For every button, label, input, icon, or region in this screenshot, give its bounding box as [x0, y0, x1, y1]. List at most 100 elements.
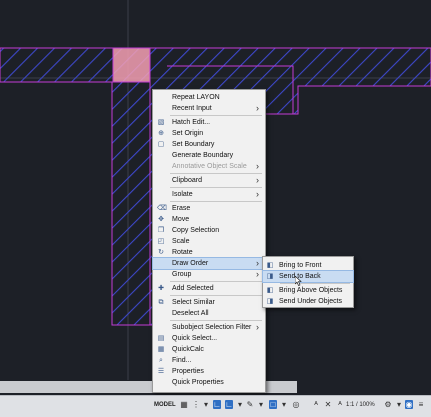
menu-item-bring-above-objects[interactable]: ◧ Bring Above Objects — [263, 285, 353, 296]
menu-item-quickcalc[interactable]: ▦ QuickCalc — [153, 344, 265, 355]
menu-item-bring-to-front[interactable]: ◧ Bring to Front — [263, 260, 353, 271]
menu-item-label: Annotative Object Scale — [172, 163, 247, 170]
lineweight-icon[interactable]: ▾ — [236, 400, 244, 409]
bring-to-front-icon: ◧ — [266, 262, 274, 269]
scale-icon: ◰ — [157, 238, 165, 245]
menu-separator — [170, 201, 262, 202]
menu-item-label: Select Similar — [172, 299, 215, 306]
workspace-dropdown-icon[interactable]: ▾ — [395, 400, 403, 409]
menu-separator — [280, 283, 350, 284]
menu-item-label: Copy Selection — [172, 227, 220, 234]
menu-item-recent-input[interactable]: Recent Input › — [153, 103, 265, 114]
menu-item-draw-order[interactable]: Draw Order › — [152, 257, 266, 270]
menu-item-deselect-all[interactable]: Deselect All — [153, 308, 265, 319]
scrollbar-gap — [297, 381, 431, 393]
calculator-icon: ▦ — [157, 346, 165, 353]
find-icon: ⌕ — [159, 357, 163, 364]
chevron-right-icon: › — [256, 189, 259, 199]
menu-item-quick-properties[interactable]: Quick Properties — [153, 377, 265, 388]
chevron-right-icon: › — [256, 269, 259, 279]
menu-item-label: Generate Boundary — [172, 152, 234, 159]
menu-item-quick-select[interactable]: ▤ Quick Select... — [153, 333, 265, 344]
menu-item-label: Quick Properties — [172, 379, 224, 386]
menu-item-set-boundary[interactable]: ▢ Set Boundary — [153, 139, 265, 150]
erase-icon: ⌫ — [157, 205, 167, 212]
rotate-icon: ↻ — [158, 249, 164, 256]
menu-item-clipboard[interactable]: Clipboard › — [153, 175, 265, 186]
move-icon: ✥ — [158, 216, 164, 223]
menu-item-label: Isolate — [172, 191, 193, 198]
menu-item-label: Send Under Objects — [279, 298, 343, 305]
menu-item-label: Quick Select... — [172, 335, 218, 342]
menu-item-copy-selection[interactable]: ❐ Copy Selection — [153, 225, 265, 236]
chevron-right-icon: › — [256, 175, 259, 185]
select-similar-icon: ⧉ — [158, 299, 164, 306]
annotation-scale-icon[interactable]: ✕ — [324, 400, 332, 409]
isodraft-icon[interactable]: ✎ — [246, 400, 254, 409]
gear-icon[interactable]: ⚙ — [384, 400, 392, 409]
annotation-scale[interactable]: 1:1 / 100% — [346, 399, 375, 411]
annotation-visibility-icon[interactable]: ᴬ — [336, 400, 344, 409]
draw-order-submenu: ◧ Bring to Front ◨ Send to Back ◧ Bring Above… — [262, 256, 354, 308]
menu-item-subobject-selection-filter[interactable]: Subobject Selection Filter › — [153, 322, 265, 333]
hatch-edit-icon: ▧ — [157, 119, 165, 126]
menu-item-set-origin[interactable]: ⊕ Set Origin — [153, 128, 265, 139]
menu-item-properties[interactable]: ☰ Properties — [153, 366, 265, 377]
menu-item-scale[interactable]: ◰ Scale — [153, 236, 265, 247]
ortho-icon[interactable]: ▾ — [202, 400, 210, 409]
menu-item-generate-boundary[interactable]: Generate Boundary — [153, 150, 265, 161]
bring-above-icon: ◧ — [266, 287, 274, 294]
menu-item-hatch-edit[interactable]: ▧ Hatch Edit... — [153, 117, 265, 128]
menu-item-send-under-objects[interactable]: ◨ Send Under Objects — [263, 296, 353, 307]
chevron-right-icon: › — [256, 161, 259, 171]
3d-osnap-icon[interactable]: ▾ — [280, 400, 288, 409]
send-under-icon: ◨ — [266, 298, 274, 305]
menu-item-find[interactable]: ⌕ Find... — [153, 355, 265, 366]
menu-item-send-to-back[interactable]: ◨ Send to Back — [262, 270, 354, 283]
menu-item-label: Rotate — [172, 249, 193, 256]
origin-icon: ⊕ — [158, 130, 164, 137]
menu-separator — [170, 281, 262, 282]
customize-icon[interactable]: ≡ — [417, 400, 425, 409]
menu-item-label: Bring Above Objects — [279, 287, 343, 294]
menu-item-label: Hatch Edit... — [172, 119, 211, 126]
menu-item-isolate[interactable]: Isolate › — [153, 189, 265, 200]
grip-highlight[interactable] — [112, 47, 151, 83]
menu-item-erase[interactable]: ⌫ Erase — [153, 203, 265, 214]
menu-item-label: Clipboard — [172, 177, 202, 184]
menu-item-add-selected[interactable]: ✚ Add Selected — [153, 283, 265, 294]
menu-item-label: Recent Input — [172, 105, 212, 112]
menu-item-label: Bring to Front — [279, 262, 322, 269]
copy-icon: ❐ — [157, 227, 165, 234]
send-to-back-icon: ◨ — [266, 273, 274, 280]
mouse-cursor-icon — [295, 276, 302, 286]
menu-item-label: Set Boundary — [172, 141, 215, 148]
polar-icon[interactable]: ∟ — [213, 400, 221, 409]
menu-item-move[interactable]: ✥ Move — [153, 214, 265, 225]
model-tab-label[interactable]: MODEL — [154, 399, 178, 411]
menu-item-group[interactable]: Group › — [153, 269, 265, 280]
menu-item-label: Erase — [172, 205, 191, 212]
status-bar: MODEL ▦ ⋮ ▾ ∟ ∟ ▾ ✎ ▾ □ ▾ ◎ ᴬ ✕ ᴬ 1:1 / … — [0, 395, 431, 417]
dynamic-input-icon[interactable]: ▾ — [257, 400, 265, 409]
chevron-right-icon: › — [256, 258, 259, 268]
menu-item-rotate[interactable]: ↻ Rotate — [153, 247, 265, 258]
menu-item-repeat-layon[interactable]: Repeat LAYON — [153, 92, 265, 103]
transparency-icon[interactable]: ◎ — [292, 400, 300, 409]
menu-item-label: Draw Order — [172, 260, 209, 267]
quick-select-icon: ▤ — [157, 335, 165, 342]
snap-icon[interactable]: ⋮ — [192, 400, 200, 409]
isolate-objects-icon[interactable]: ◉ — [405, 400, 413, 409]
menu-item-label: Scale — [172, 238, 190, 245]
menu-item-label: Add Selected — [172, 285, 214, 292]
menu-item-label: QuickCalc — [172, 346, 204, 353]
grid-icon[interactable]: ▦ — [180, 400, 188, 409]
add-selected-icon: ✚ — [158, 285, 164, 292]
annotation-icon[interactable]: ᴬ — [312, 400, 320, 409]
menu-separator — [170, 320, 262, 321]
object-snap-icon[interactable]: □ — [269, 400, 277, 409]
menu-item-label: Set Origin — [172, 130, 204, 137]
menu-item-label: Subobject Selection Filter — [172, 324, 252, 331]
menu-item-select-similar[interactable]: ⧉ Select Similar — [153, 297, 265, 308]
osnap-icon[interactable]: ∟ — [225, 400, 233, 409]
